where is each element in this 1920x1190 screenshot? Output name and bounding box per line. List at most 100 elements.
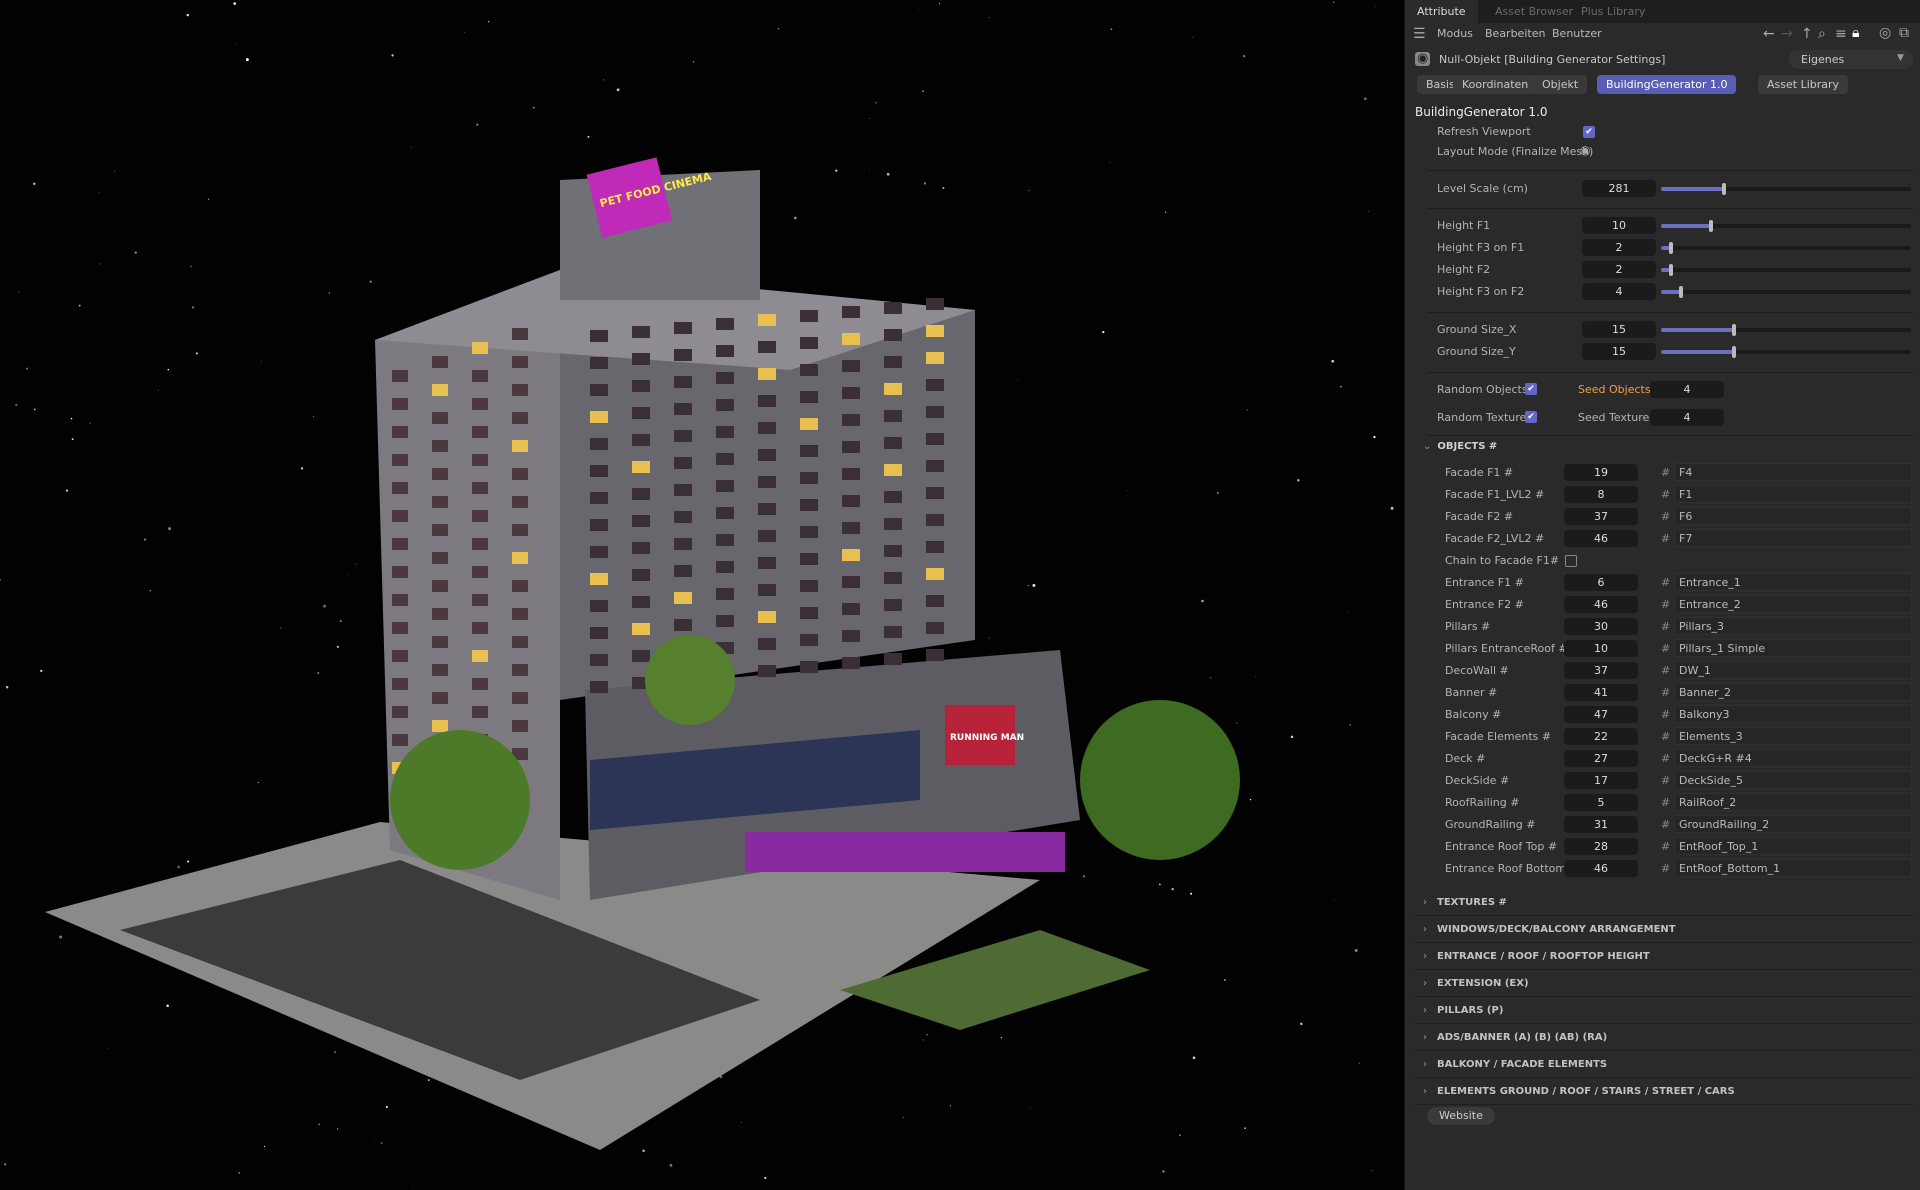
tab-attribute[interactable]: Attribute — [1405, 0, 1478, 23]
slider-value-field[interactable]: 10 — [1582, 217, 1656, 234]
object-count-field[interactable]: 28 — [1564, 838, 1638, 855]
forward-arrow-icon[interactable]: → — [1781, 27, 1793, 41]
object-name-field[interactable]: Banner_2 — [1674, 683, 1912, 701]
object-name-field[interactable]: DeckSide_5 — [1674, 771, 1912, 789]
slider-track[interactable] — [1661, 242, 1911, 254]
search-icon[interactable]: ⌕ — [1818, 27, 1826, 41]
random-checkbox[interactable]: ✔ — [1525, 411, 1537, 423]
object-name-field[interactable]: DeckG+R #4 — [1674, 749, 1912, 767]
object-count-field[interactable]: 5 — [1564, 794, 1638, 811]
object-name-field[interactable]: Pillars_3 — [1674, 617, 1912, 635]
menu-modus[interactable]: Modus — [1437, 27, 1473, 40]
object-count-field[interactable]: 46 — [1564, 860, 1638, 877]
3d-viewport[interactable]: PET FOOD CINEMA RUNNING MAN — [0, 0, 1404, 1190]
slider-value-field[interactable]: 4 — [1582, 283, 1656, 300]
objects-section-header[interactable]: ⌄ OBJECTS # — [1423, 441, 1497, 452]
object-count-field[interactable]: 37 — [1564, 508, 1638, 525]
up-arrow-icon[interactable]: ↑ — [1801, 27, 1813, 41]
object-name-field[interactable]: EntRoof_Top_1 — [1674, 837, 1912, 855]
menu-benutzer[interactable]: Benutzer — [1552, 27, 1602, 40]
slider-value-field[interactable]: 2 — [1582, 239, 1656, 256]
object-count-field[interactable]: 22 — [1564, 728, 1638, 745]
collapsed-section[interactable]: › PILLARS (P) — [1415, 998, 1913, 1024]
banner-strip — [745, 832, 1065, 872]
object-name-field[interactable]: Entrance_2 — [1674, 595, 1912, 613]
collapsed-section[interactable]: › ADS/BANNER (A) (B) (AB) (RA) — [1415, 1025, 1913, 1051]
slider-track[interactable] — [1661, 286, 1911, 298]
collapsed-section[interactable]: › TEXTURES # — [1415, 890, 1913, 916]
slider-value-field[interactable]: 2 — [1582, 261, 1656, 278]
tab-plus-library[interactable]: Plus Library — [1569, 0, 1657, 23]
target-icon[interactable]: ◎ — [1879, 26, 1891, 40]
object-count-field[interactable]: 31 — [1564, 816, 1638, 833]
object-count-field[interactable]: 46 — [1564, 530, 1638, 547]
eye-icon[interactable]: ◉ — [1415, 52, 1431, 66]
object-count-field[interactable]: 6 — [1564, 574, 1638, 591]
tab-koordinaten[interactable]: Koordinaten — [1453, 75, 1538, 94]
slider-handle[interactable] — [1732, 324, 1736, 336]
object-name-field[interactable]: F4 — [1674, 463, 1912, 481]
random-checkbox[interactable]: ✔ — [1525, 383, 1537, 395]
window — [716, 453, 734, 465]
hamburger-menu-icon[interactable]: ☰ — [1413, 27, 1426, 41]
slider-track[interactable] — [1661, 220, 1911, 232]
object-name-field[interactable]: Balkony3 — [1674, 705, 1912, 723]
slider-handle[interactable] — [1709, 220, 1713, 232]
menu-bearbeiten[interactable]: Bearbeiten — [1485, 27, 1545, 40]
slider-value-field[interactable]: 281 — [1582, 180, 1656, 197]
lock-icon[interactable]: 🔒︎ — [1852, 26, 1859, 40]
object-name-field[interactable]: DW_1 — [1674, 661, 1912, 679]
new-window-icon[interactable]: ⧉ — [1899, 26, 1909, 40]
website-button[interactable]: Website — [1427, 1107, 1495, 1125]
object-name-field[interactable]: F1 — [1674, 485, 1912, 503]
slider-handle[interactable] — [1732, 346, 1736, 358]
tab-asset-library[interactable]: Asset Library — [1758, 75, 1849, 94]
object-count-field[interactable]: 30 — [1564, 618, 1638, 635]
object-count-field[interactable]: 47 — [1564, 706, 1638, 723]
chain-checkbox[interactable] — [1565, 555, 1577, 567]
refresh-viewport-checkbox[interactable]: ✔ — [1583, 126, 1595, 138]
star — [1201, 599, 1204, 603]
slider-track[interactable] — [1661, 324, 1911, 336]
object-count-field[interactable]: 46 — [1564, 596, 1638, 613]
collapsed-section[interactable]: › BALKONY / FACADE ELEMENTS — [1415, 1052, 1913, 1078]
object-name-field[interactable]: Elements_3 — [1674, 727, 1912, 745]
object-count-field[interactable]: 19 — [1564, 464, 1638, 481]
object-name-field[interactable]: F7 — [1674, 529, 1912, 547]
object-count-field[interactable]: 17 — [1564, 772, 1638, 789]
object-count-field[interactable]: 41 — [1564, 684, 1638, 701]
collapsed-section[interactable]: › WINDOWS/DECK/BALCONY ARRANGEMENT — [1415, 917, 1913, 943]
object-count-field[interactable]: 10 — [1564, 640, 1638, 657]
slider-value-field[interactable]: 15 — [1582, 321, 1656, 338]
slider-handle[interactable] — [1669, 264, 1673, 276]
object-name-field[interactable]: F6 — [1674, 507, 1912, 525]
object-name-field[interactable]: RailRoof_2 — [1674, 793, 1912, 811]
back-arrow-icon[interactable]: ← — [1763, 27, 1775, 41]
slider-track[interactable] — [1661, 183, 1911, 195]
slider-handle[interactable] — [1679, 286, 1683, 298]
tab-buildinggenerator-1-0[interactable]: BuildingGenerator 1.0 — [1597, 75, 1737, 94]
object-count-field[interactable]: 8 — [1564, 486, 1638, 503]
layout-mode-eye-icon[interactable]: ◉ — [1580, 143, 1590, 157]
slider-track[interactable] — [1661, 346, 1911, 358]
star — [1373, 435, 1376, 439]
collapsed-section[interactable]: › EXTENSION (EX) — [1415, 971, 1913, 997]
filter-icon[interactable]: ≡ — [1835, 27, 1847, 41]
object-name-field[interactable]: Pillars_1 Simple — [1674, 639, 1912, 657]
slider-handle[interactable] — [1669, 242, 1673, 254]
object-name-field[interactable]: Entrance_1 — [1674, 573, 1912, 591]
slider-handle[interactable] — [1722, 183, 1726, 195]
object-name-field[interactable]: GroundRailing_2 — [1674, 815, 1912, 833]
object-name-field[interactable]: EntRoof_Bottom_1 — [1674, 859, 1912, 877]
preset-dropdown[interactable]: Eigenes ▼ — [1789, 50, 1913, 69]
object-count-field[interactable]: 37 — [1564, 662, 1638, 679]
seed-value-field[interactable]: 4 — [1650, 409, 1724, 426]
window — [432, 468, 448, 480]
tab-objekt[interactable]: Objekt — [1533, 75, 1588, 94]
collapsed-section[interactable]: › ENTRANCE / ROOF / ROOFTOP HEIGHT — [1415, 944, 1913, 970]
object-count-field[interactable]: 27 — [1564, 750, 1638, 767]
seed-value-field[interactable]: 4 — [1650, 381, 1724, 398]
collapsed-section[interactable]: › ELEMENTS GROUND / ROOF / STAIRS / STREE… — [1415, 1079, 1913, 1105]
slider-value-field[interactable]: 15 — [1582, 343, 1656, 360]
slider-track[interactable] — [1661, 264, 1911, 276]
